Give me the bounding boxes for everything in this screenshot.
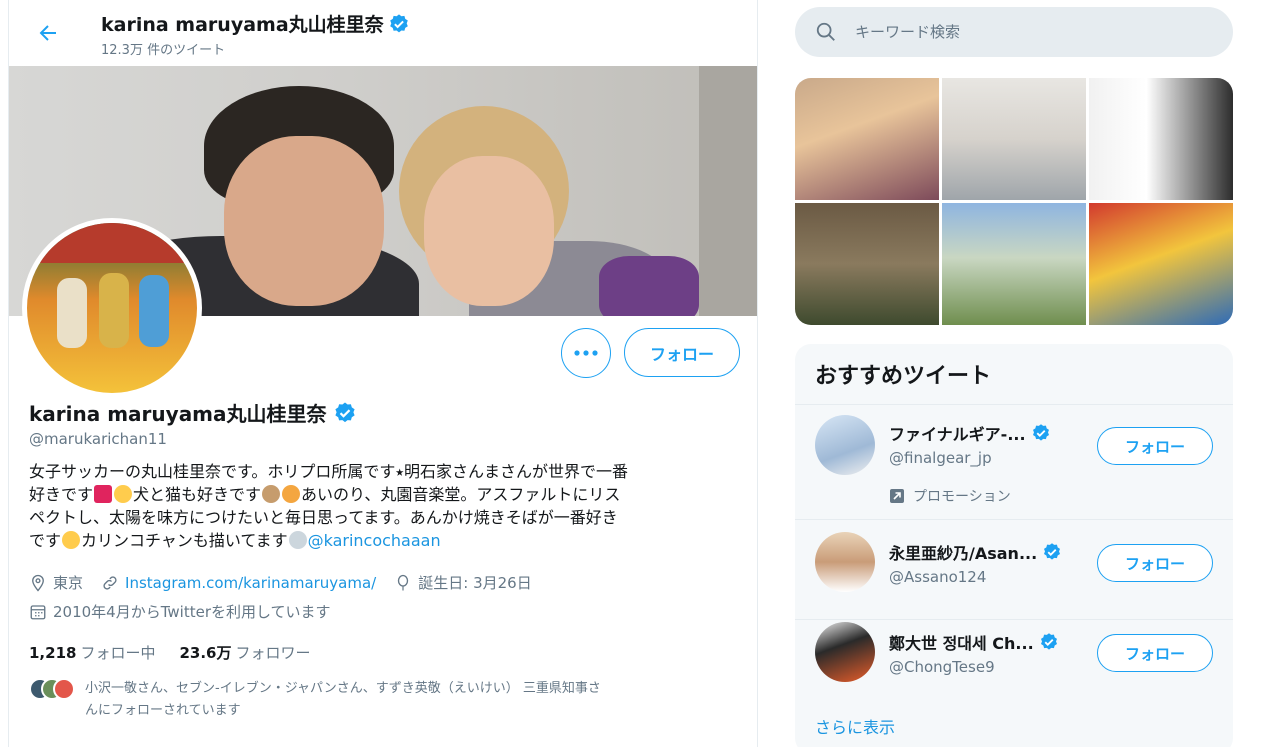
profile-header-bar: karina maruyama丸山桂里奈 12.3万 件のツイート bbox=[9, 0, 757, 66]
who-to-follow-panel: おすすめツイート ファイナルギア-... @finalgear_jp フォロー … bbox=[795, 344, 1233, 747]
followed-by-avatars bbox=[29, 678, 75, 700]
bio-line: です カリンコチャンも描いてます @karincochaaan bbox=[29, 529, 744, 552]
website-item: Instagram.com/karinamaruyama/ bbox=[101, 574, 376, 592]
following-link[interactable]: 1,218 フォロー中 bbox=[29, 642, 155, 663]
media-thumbnail[interactable] bbox=[942, 203, 1086, 325]
suggested-account[interactable]: ファイナルギア-... @finalgear_jp フォロー プロモーション bbox=[795, 404, 1233, 519]
birthday-item: 誕生日: 3月26日 bbox=[394, 572, 532, 593]
joined-text: 2010年4月からTwitterを利用しています bbox=[53, 603, 331, 621]
follow-button[interactable]: フォロー bbox=[624, 328, 740, 377]
follow-button[interactable]: フォロー bbox=[1097, 427, 1213, 465]
profile-handle: @marukarichan11 bbox=[29, 430, 167, 448]
verified-badge-icon bbox=[333, 401, 357, 425]
location-item: 東京 bbox=[29, 572, 83, 593]
media-gallery bbox=[795, 78, 1233, 325]
followed-by-text: 小沢一敬さん、セブン-イレブン・ジャパンさん、すずき英敬（えいけい） 三重県知事… bbox=[85, 678, 601, 722]
followed-by-line: んにフォローされています bbox=[85, 703, 241, 718]
link-icon bbox=[103, 575, 117, 590]
header-title: karina maruyama丸山桂里奈 bbox=[101, 10, 410, 37]
location-pin-icon bbox=[32, 574, 44, 592]
more-options-button[interactable] bbox=[561, 328, 611, 378]
followers-link[interactable]: 23.6万 フォロワー bbox=[179, 642, 310, 663]
panel-title: おすすめツイート bbox=[815, 364, 992, 389]
account-display-name: ファイナルギア-... bbox=[889, 425, 1026, 444]
followers-count: 23.6万 bbox=[179, 644, 232, 662]
back-button[interactable] bbox=[31, 16, 65, 50]
following-count: 1,218 bbox=[29, 644, 77, 662]
suggested-account[interactable]: 鄭大世 정대세 Ch... @ChongTese9 フォロー bbox=[795, 619, 1233, 714]
promoted-icon bbox=[890, 489, 904, 503]
suggested-account[interactable]: 永里亜紗乃/Asan... @Assano124 フォロー bbox=[795, 519, 1233, 619]
avatar bbox=[815, 622, 875, 682]
following-label: フォロー中 bbox=[80, 644, 156, 662]
search-bar[interactable] bbox=[795, 7, 1233, 57]
cloud-emoji-icon bbox=[288, 531, 307, 549]
profile-display-name: karina maruyama丸山桂里奈 bbox=[29, 402, 327, 426]
bio-text: 好きです bbox=[29, 485, 94, 504]
verified-badge-icon bbox=[1031, 423, 1051, 443]
calendar-icon bbox=[30, 604, 46, 619]
bio-text: 犬と猫も好きです bbox=[133, 485, 262, 504]
account-display-name: 永里亜紗乃/Asan... bbox=[889, 544, 1038, 563]
follow-button[interactable]: フォロー bbox=[1097, 544, 1213, 582]
followed-by-line: 小沢一敬さん、セブン-イレブン・ジャパンさん、すずき英敬（えいけい） 三重県知事… bbox=[85, 681, 601, 696]
follow-button[interactable]: フォロー bbox=[1097, 634, 1213, 672]
account-display-name: 鄭大世 정대세 Ch... bbox=[889, 634, 1034, 653]
verified-badge-icon bbox=[1039, 632, 1059, 652]
account-handle: @ChongTese9 bbox=[889, 658, 995, 676]
followers-you-know[interactable]: 小沢一敬さん、セブン-イレブン・ジャパンさん、すずき英敬（えいけい） 三重県知事… bbox=[29, 678, 744, 722]
bio-text: あいのり、丸園音楽堂。アスファルトにリス bbox=[301, 485, 621, 504]
account-name: 鄭大世 정대세 Ch... bbox=[889, 630, 1059, 654]
account-name: 永里亜紗乃/Asan... bbox=[889, 540, 1062, 564]
profile-bio: 女子サッカーの丸山桂里奈です。ホリプロ所属です⭑明石家さんまさんが世界で一番 好… bbox=[29, 460, 744, 552]
profile-name: karina maruyama丸山桂里奈 bbox=[29, 398, 357, 427]
avatar bbox=[815, 415, 875, 475]
media-thumbnail[interactable] bbox=[942, 78, 1086, 200]
bio-text: です bbox=[29, 531, 62, 550]
show-more-link[interactable]: さらに表示 bbox=[815, 714, 895, 738]
balloon-icon bbox=[398, 574, 409, 590]
profile-column: karina maruyama丸山桂里奈 12.3万 件のツイート フォロー k… bbox=[8, 0, 758, 747]
promoted-text: プロモーション bbox=[913, 489, 1011, 505]
joined-item: 2010年4月からTwitterを利用しています bbox=[29, 601, 331, 622]
profile-avatar[interactable] bbox=[22, 218, 202, 398]
header-name: karina maruyama丸山桂里奈 bbox=[101, 14, 384, 36]
bio-line: ペクトし、太陽を味方につけたいと毎日思ってます。あんかけ焼きそばが一番好き bbox=[29, 508, 618, 527]
birthday-text: 誕生日: 3月26日 bbox=[418, 574, 532, 592]
search-icon bbox=[816, 22, 835, 41]
bio-line: 女子サッカーの丸山桂里奈です。ホリプロ所属です⭑明石家さんまさんが世界で一番 bbox=[29, 462, 629, 481]
bio-text: カリンコチャンも描いてます bbox=[81, 531, 288, 550]
account-handle: @finalgear_jp bbox=[889, 449, 992, 467]
search-input[interactable] bbox=[855, 23, 1185, 41]
tweet-count: 12.3万 件のツイート bbox=[101, 43, 226, 58]
account-name: ファイナルギア-... bbox=[889, 421, 1051, 445]
account-handle: @Assano124 bbox=[889, 568, 987, 586]
profile-meta: 東京 Instagram.com/karinamaruyama/ 誕生日: 3月… bbox=[29, 572, 544, 593]
bio-line: 好きです 犬と猫も好きです あいのり、丸園音楽堂。アスファルトにリス bbox=[29, 483, 744, 506]
more-dots-icon bbox=[574, 350, 598, 356]
dog-emoji-icon bbox=[262, 485, 281, 503]
shocked-emoji-icon bbox=[62, 531, 81, 549]
website-link[interactable]: Instagram.com/karinamaruyama/ bbox=[125, 574, 376, 592]
heart-emoji-icon bbox=[94, 485, 113, 503]
verified-badge-icon bbox=[388, 13, 410, 35]
media-thumbnail[interactable] bbox=[1089, 203, 1233, 325]
location-text: 東京 bbox=[53, 574, 84, 592]
followers-label: フォロワー bbox=[235, 644, 311, 662]
avatar bbox=[815, 532, 875, 592]
bio-mention-link[interactable]: @karincochaaan bbox=[308, 531, 441, 550]
verified-badge-icon bbox=[1042, 542, 1062, 562]
cat-emoji-icon bbox=[282, 485, 301, 503]
media-thumbnail[interactable] bbox=[795, 78, 939, 200]
follow-stats: 1,218 フォロー中 23.6万 フォロワー bbox=[29, 642, 311, 663]
media-thumbnail[interactable] bbox=[1089, 78, 1233, 200]
avatar bbox=[53, 678, 75, 700]
arrow-left-icon bbox=[39, 25, 56, 41]
media-thumbnail[interactable] bbox=[795, 203, 939, 325]
promoted-label: プロモーション bbox=[889, 486, 1011, 506]
sunglasses-emoji-icon bbox=[114, 485, 133, 503]
